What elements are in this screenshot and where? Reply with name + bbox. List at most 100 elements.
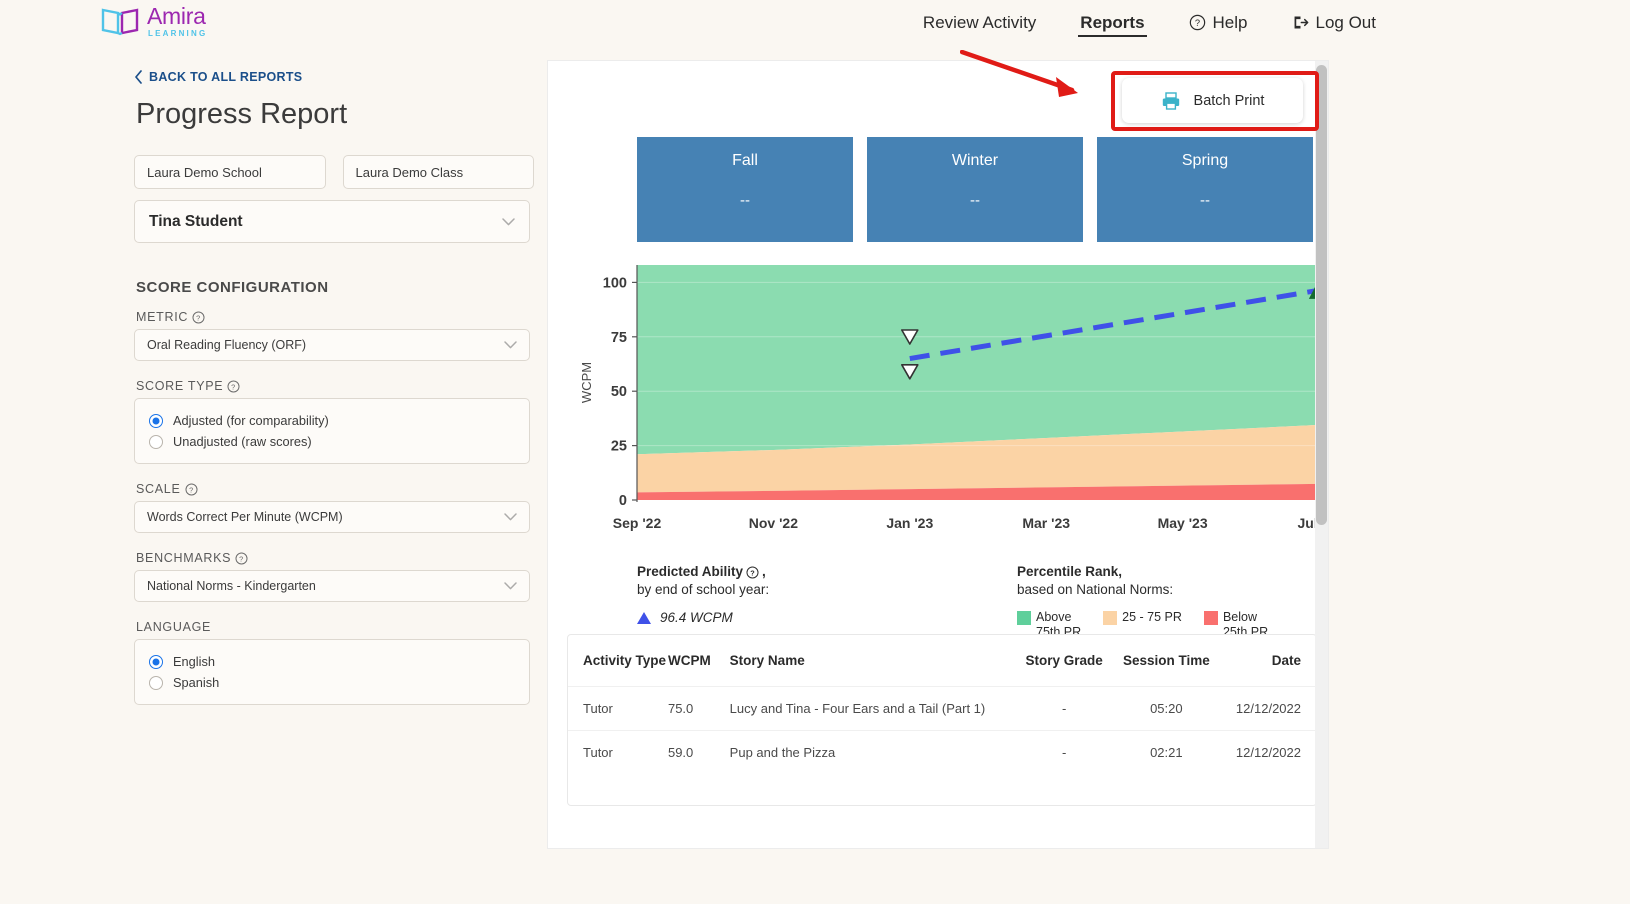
season-card-spring: Spring -- bbox=[1097, 137, 1313, 242]
svg-text:50: 50 bbox=[611, 384, 627, 400]
svg-text:?: ? bbox=[750, 568, 755, 577]
nav-item-list: Review Activity Reports ? Help Log Out bbox=[901, 0, 1398, 45]
predicted-ability-title: Predicted Ability ? , bbox=[637, 563, 937, 581]
svg-text:Jan '23: Jan '23 bbox=[886, 515, 933, 531]
help-icon[interactable]: ? bbox=[746, 566, 759, 579]
color-swatch bbox=[1204, 611, 1218, 625]
percentile-rank-title: Percentile Rank, bbox=[1017, 563, 1327, 581]
predicted-ability-value: 96.4 WCPM bbox=[660, 610, 733, 625]
table-header-row: Activity Type WCPM Story Name Story Grad… bbox=[568, 635, 1316, 687]
benchmarks-label-text: BENCHMARKS bbox=[136, 551, 231, 565]
page-title: Progress Report bbox=[136, 98, 534, 131]
school-value: Laura Demo School bbox=[147, 165, 262, 180]
printer-icon bbox=[1161, 91, 1181, 111]
radio-button[interactable] bbox=[149, 655, 163, 669]
season-card-winter: Winter -- bbox=[867, 137, 1083, 242]
activity-table-card: Activity Type WCPM Story Name Story Grad… bbox=[567, 634, 1317, 806]
percentile-rank-legend: Percentile Rank, based on National Norms… bbox=[1017, 563, 1327, 639]
logo-tagline: LEARNING bbox=[148, 30, 207, 38]
panel-scrollbar-thumb[interactable] bbox=[1316, 65, 1327, 525]
logo-wordmark: Amira bbox=[147, 5, 207, 28]
predicted-ability-value-row: 96.4 WCPM bbox=[637, 610, 937, 625]
table-row[interactable]: Tutor 59.0 Pup and the Pizza - 02:21 12/… bbox=[568, 731, 1316, 775]
option-label: English bbox=[173, 654, 215, 669]
question-circle-icon: ? bbox=[1189, 14, 1206, 31]
nav-item-reports[interactable]: Reports bbox=[1058, 0, 1166, 45]
school-field[interactable]: Laura Demo School bbox=[134, 155, 326, 189]
radio-button[interactable] bbox=[149, 435, 163, 449]
student-select[interactable]: Tina Student bbox=[134, 200, 530, 243]
progress-chart: 0255075100WCPMSep '22Nov '22Jan '23Mar '… bbox=[571, 257, 1329, 547]
top-navigation-bar: Amira LEARNING Review Activity Reports ?… bbox=[0, 0, 1630, 45]
cell-story-name: Lucy and Tina - Four Ears and a Tail (Pa… bbox=[730, 687, 1017, 731]
predicted-ability-subtitle: by end of school year: bbox=[637, 581, 937, 599]
help-icon[interactable]: ? bbox=[185, 483, 198, 496]
cell-session-time: 05:20 bbox=[1112, 687, 1222, 731]
nav-item-review-activity[interactable]: Review Activity bbox=[901, 0, 1058, 45]
nav-label: Review Activity bbox=[923, 13, 1036, 33]
season-value: -- bbox=[740, 192, 750, 209]
chart-legend: Predicted Ability ? , by end of school y… bbox=[637, 563, 1327, 639]
color-swatch bbox=[1017, 611, 1031, 625]
batch-print-button[interactable]: Batch Print bbox=[1122, 78, 1303, 123]
benchmarks-select[interactable]: National Norms - Kindergarten bbox=[134, 570, 530, 602]
class-field[interactable]: Laura Demo Class bbox=[343, 155, 535, 189]
chevron-left-icon bbox=[134, 70, 143, 84]
cell-wcpm: 59.0 bbox=[668, 731, 730, 775]
cell-story-grade: - bbox=[1017, 687, 1112, 731]
season-value: -- bbox=[970, 192, 980, 209]
swatch-label: 25 - 75 PR bbox=[1122, 610, 1182, 624]
language-option-english[interactable]: English bbox=[135, 651, 529, 672]
svg-text:?: ? bbox=[1194, 18, 1199, 28]
svg-text:?: ? bbox=[239, 554, 244, 563]
score-configuration-heading: SCORE CONFIGURATION bbox=[136, 279, 534, 296]
language-label-text: LANGUAGE bbox=[136, 620, 211, 634]
svg-text:?: ? bbox=[189, 485, 194, 494]
help-icon[interactable]: ? bbox=[227, 380, 240, 393]
svg-text:?: ? bbox=[232, 382, 237, 391]
radio-button[interactable] bbox=[149, 414, 163, 428]
score-type-radio-group: Adjusted (for comparability) Unadjusted … bbox=[134, 398, 530, 464]
report-configuration-sidebar: BACK TO ALL REPORTS Progress Report Laur… bbox=[134, 70, 534, 723]
scale-label: SCALE ? bbox=[136, 482, 534, 496]
option-label: Spanish bbox=[173, 675, 219, 690]
language-option-spanish[interactable]: Spanish bbox=[135, 672, 529, 693]
score-type-option-adjusted[interactable]: Adjusted (for comparability) bbox=[135, 410, 529, 431]
svg-text:75: 75 bbox=[611, 330, 627, 346]
table-row[interactable]: Tutor 75.0 Lucy and Tina - Four Ears and… bbox=[568, 687, 1316, 731]
help-icon[interactable]: ? bbox=[235, 552, 248, 565]
activity-table: Activity Type WCPM Story Name Story Grad… bbox=[568, 635, 1316, 774]
season-name: Fall bbox=[732, 152, 758, 170]
language-radio-group: English Spanish bbox=[134, 639, 530, 705]
batch-print-label: Batch Print bbox=[1194, 93, 1265, 109]
season-card-fall: Fall -- bbox=[637, 137, 853, 242]
amira-logo[interactable]: Amira LEARNING bbox=[100, 4, 207, 38]
svg-text:May '23: May '23 bbox=[1158, 515, 1208, 531]
svg-text:?: ? bbox=[196, 313, 201, 322]
nav-item-log-out[interactable]: Log Out bbox=[1270, 0, 1399, 45]
cell-session-time: 02:21 bbox=[1112, 731, 1222, 775]
score-type-option-unadjusted[interactable]: Unadjusted (raw scores) bbox=[135, 431, 529, 452]
season-name: Spring bbox=[1182, 152, 1228, 170]
chevron-down-icon bbox=[504, 513, 517, 521]
scale-select[interactable]: Words Correct Per Minute (WCPM) bbox=[134, 501, 530, 533]
panel-scrollbar-track[interactable] bbox=[1315, 61, 1328, 848]
svg-text:WCPM: WCPM bbox=[579, 362, 594, 403]
swatch-label-line1: Below bbox=[1223, 610, 1257, 624]
metric-label: METRIC ? bbox=[136, 310, 534, 324]
chevron-down-icon bbox=[502, 218, 515, 226]
season-summary-cards: Fall -- Winter -- Spring -- bbox=[637, 137, 1313, 242]
option-label: Unadjusted (raw scores) bbox=[173, 434, 312, 449]
nav-item-help[interactable]: ? Help bbox=[1167, 0, 1270, 45]
radio-button[interactable] bbox=[149, 676, 163, 690]
svg-text:Mar '23: Mar '23 bbox=[1022, 515, 1070, 531]
column-header-activity-type: Activity Type bbox=[568, 635, 668, 687]
back-to-all-reports-link[interactable]: BACK TO ALL REPORTS bbox=[134, 70, 534, 84]
metric-select[interactable]: Oral Reading Fluency (ORF) bbox=[134, 329, 530, 361]
cell-story-name: Pup and the Pizza bbox=[730, 731, 1017, 775]
metric-label-text: METRIC bbox=[136, 310, 188, 324]
help-icon[interactable]: ? bbox=[192, 311, 205, 324]
column-header-date: Date bbox=[1221, 635, 1316, 687]
progress-chart-svg: 0255075100WCPMSep '22Nov '22Jan '23Mar '… bbox=[571, 257, 1329, 547]
student-value: Tina Student bbox=[149, 213, 243, 231]
